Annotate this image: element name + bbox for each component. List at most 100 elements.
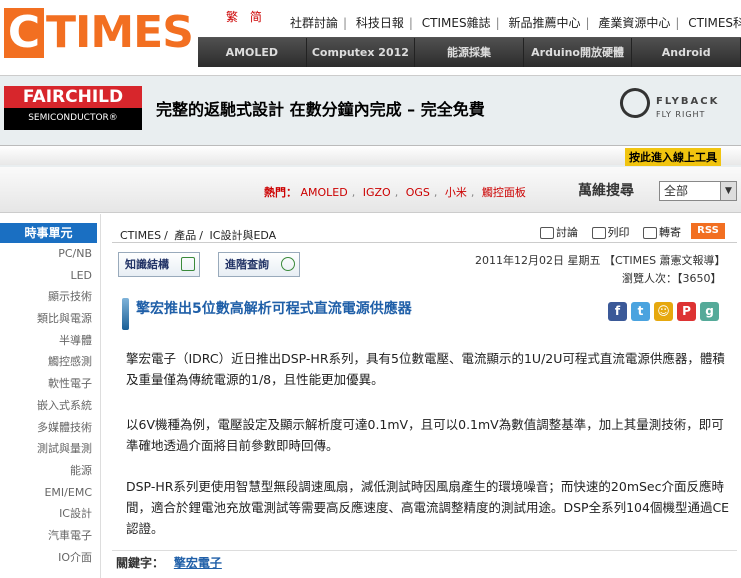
breadcrumb-ic-design[interactable]: IC設計與EDA <box>210 229 277 242</box>
advanced-search-label: 進階查詢 <box>225 258 269 271</box>
keywords-label: 關鍵字： <box>116 556 165 570</box>
article-paragraph-2: 以6V機種為例，電壓設定及顯示解析度可達0.1mV，且可以0.1mV為數值調整基… <box>126 417 724 453</box>
discuss-label: 討論 <box>556 226 578 239</box>
sidebar-item-test[interactable]: 測試與量測 <box>0 438 92 460</box>
keywords-divider <box>112 550 737 551</box>
advanced-search-button[interactable]: 進階查詢 <box>218 252 300 277</box>
sidebar-item-flexible[interactable]: 軟性電子 <box>0 373 92 395</box>
hot-topics-bar: 熱門： AMOLED, IGZO, OGS, 小米, 觸控面板 萬維搜尋 全部 … <box>0 167 741 213</box>
sidebar-item-pcnb[interactable]: PC/NB <box>0 243 92 265</box>
sidebar-item-io[interactable]: IO介面 <box>0 547 92 569</box>
lang-traditional[interactable]: 繁 <box>226 10 238 24</box>
toplink-forum[interactable]: 社群討論 <box>290 16 338 30</box>
title-accent <box>122 298 129 330</box>
banner-cta-button[interactable]: 按此進入線上工具 <box>625 148 721 166</box>
sidebar-item-display[interactable]: 顯示技術 <box>0 286 92 308</box>
sidebar-item-energy[interactable]: 能源 <box>0 460 92 482</box>
sidebar-item-emi[interactable]: EMI/EMC <box>0 482 92 504</box>
article-tools: 討論 列印 轉寄 <box>540 224 691 240</box>
nav-amoled[interactable]: AMOLED <box>198 38 307 67</box>
hot-label: 熱門： <box>264 186 297 199</box>
toplink-resources[interactable]: 產業資源中心 <box>598 16 670 30</box>
plurk-icon[interactable]: ☺ <box>654 302 673 321</box>
view-count: 瀏覽人次：【3650】 <box>622 272 722 285</box>
breadcrumb: CTIMES / 產品 / IC設計與EDA <box>120 229 277 242</box>
lang-simplified[interactable]: 简 <box>250 10 262 24</box>
breadcrumb-products[interactable]: 產品 <box>174 229 196 242</box>
hot-amoled[interactable]: AMOLED <box>301 186 348 199</box>
hot-ogs[interactable]: OGS <box>406 186 430 199</box>
article-date: 2011年12月02日 星期五 【CTIMES 蕭憲文報導】 <box>475 254 726 267</box>
print-label: 列印 <box>607 226 630 239</box>
fairchild-logo: FAIRCHILD SEMICONDUCTOR® <box>4 86 142 130</box>
article-paragraph-3: DSP-HR系列更使用智慧型無段調速風扇，減低測試時因風扇產生的環境噪音；而快速… <box>126 479 730 536</box>
social-share: f t ☺ Pg <box>608 302 723 321</box>
keyword-link[interactable]: 擎宏電子 <box>174 556 222 570</box>
toplink-daily[interactable]: 科技日報 <box>356 16 404 30</box>
keywords: 關鍵字： 擎宏電子 <box>116 554 222 571</box>
sidebar-title[interactable]: 時事單元 <box>0 223 97 243</box>
plurk-p-icon[interactable]: P <box>677 302 696 321</box>
logo-text: TIMES <box>46 7 194 58</box>
chevron-down-icon[interactable]: ▼ <box>720 182 736 200</box>
search-label: 萬維搜尋 <box>578 183 634 199</box>
hot-xiaomi[interactable]: 小米 <box>445 186 467 199</box>
sidebar-item-automotive[interactable]: 汽車電子 <box>0 525 92 547</box>
discuss-icon <box>540 227 554 239</box>
knowledge-structure-button[interactable]: 知識結構 <box>118 252 200 277</box>
toplink-magazine[interactable]: CTIMES雜誌 <box>422 16 491 30</box>
twitter-icon[interactable]: t <box>631 302 650 321</box>
ctimes-logo[interactable]: C TIMES <box>4 8 194 60</box>
knowledge-structure-label: 知識結構 <box>125 258 169 271</box>
hot-topics: 熱門： AMOLED, IGZO, OGS, 小米, 觸控面板 <box>264 186 526 199</box>
toplink-new-products[interactable]: 新品推薦中心 <box>508 16 580 30</box>
flyback-title: FLYBACK <box>656 96 720 107</box>
fairchild-name: FAIRCHILD <box>4 86 142 108</box>
article-main: CTIMES / 產品 / IC設計與EDA 討論 列印 轉寄 RSS 知識結構 進… <box>112 214 737 578</box>
hot-igzo[interactable]: IGZO <box>363 186 391 199</box>
main-nav: AMOLED Computex 2012 能源採集 Arduino開放硬體 An… <box>198 37 741 67</box>
sidebar-item-semiconductor[interactable]: 半導體 <box>0 330 92 352</box>
sidebar-item-analog-power[interactable]: 類比與電源 <box>0 308 92 330</box>
language-switch: 繁 简 <box>226 8 270 25</box>
tree-icon <box>181 257 195 271</box>
sidebar-divider <box>100 214 101 578</box>
flyback-icon <box>615 83 655 123</box>
facebook-icon[interactable]: f <box>608 302 627 321</box>
sidebar-item-multimedia[interactable]: 多媒體技術 <box>0 417 92 439</box>
nav-computex[interactable]: Computex 2012 <box>306 38 416 67</box>
nav-android[interactable]: Android <box>632 38 741 67</box>
search-icon <box>281 257 295 271</box>
sidebar-item-ic-design[interactable]: IC設計 <box>0 503 92 525</box>
nav-energy-harvest[interactable]: 能源採集 <box>415 38 524 67</box>
discuss-tool[interactable]: 討論 <box>540 226 578 239</box>
print-tool[interactable]: 列印 <box>591 226 630 239</box>
logo-c: C <box>4 8 44 58</box>
nav-arduino[interactable]: Arduino開放硬體 <box>523 38 633 67</box>
sidebar-item-embedded[interactable]: 嵌入式系統 <box>0 395 92 417</box>
rss-button[interactable]: RSS <box>691 223 725 239</box>
header: C TIMES 繁 简 社群討論 | 科技日報 | CTIMES雜誌 | 新品推薦中心… <box>0 0 741 75</box>
mail-icon <box>643 227 657 239</box>
banner-headline: 完整的返馳式設計 在數分鐘內完成 – 完全免費 <box>156 100 485 119</box>
sidebar: 時事單元 PC/NB LED 顯示技術 類比與電源 半導體 觸控感測 軟性電子 … <box>0 223 100 568</box>
fairchild-sub: SEMICONDUCTOR® <box>28 113 118 123</box>
google-icon[interactable]: g <box>700 302 719 321</box>
forward-tool[interactable]: 轉寄 <box>643 226 681 239</box>
flyback-logo: FLYBACK FLY RIGHT <box>612 83 724 134</box>
flyback-tagline: FLY RIGHT <box>656 110 706 119</box>
search-scope-value: 全部 <box>664 184 689 198</box>
ad-banner[interactable]: FAIRCHILD SEMICONDUCTOR® 完整的返馳式設計 在數分鐘內完… <box>0 75 741 167</box>
hot-touch-panel[interactable]: 觸控面板 <box>482 186 526 199</box>
print-icon <box>591 227 606 239</box>
article-title: 擎宏推出5位數高解析可程式直流電源供應器 <box>136 301 412 317</box>
article-paragraph-1: 擎宏電子（IDRC）近日推出DSP-HR系列，具有5位數電壓、電流顯示的1U/2… <box>126 351 725 387</box>
search-scope-select[interactable]: 全部 ▼ <box>659 181 737 201</box>
toplink-ctimes-tech[interactable]: CTIMES科技 <box>688 16 741 30</box>
breadcrumb-ctimes[interactable]: CTIMES <box>120 229 161 242</box>
sidebar-item-touch[interactable]: 觸控感測 <box>0 351 92 373</box>
top-links: 社群討論 | 科技日報 | CTIMES雜誌 | 新品推薦中心 | 產業資源中心 | CT… <box>290 14 741 31</box>
forward-label: 轉寄 <box>659 226 681 239</box>
banner-cta-bar: 按此進入線上工具 <box>0 145 741 166</box>
sidebar-item-led[interactable]: LED <box>0 265 92 287</box>
